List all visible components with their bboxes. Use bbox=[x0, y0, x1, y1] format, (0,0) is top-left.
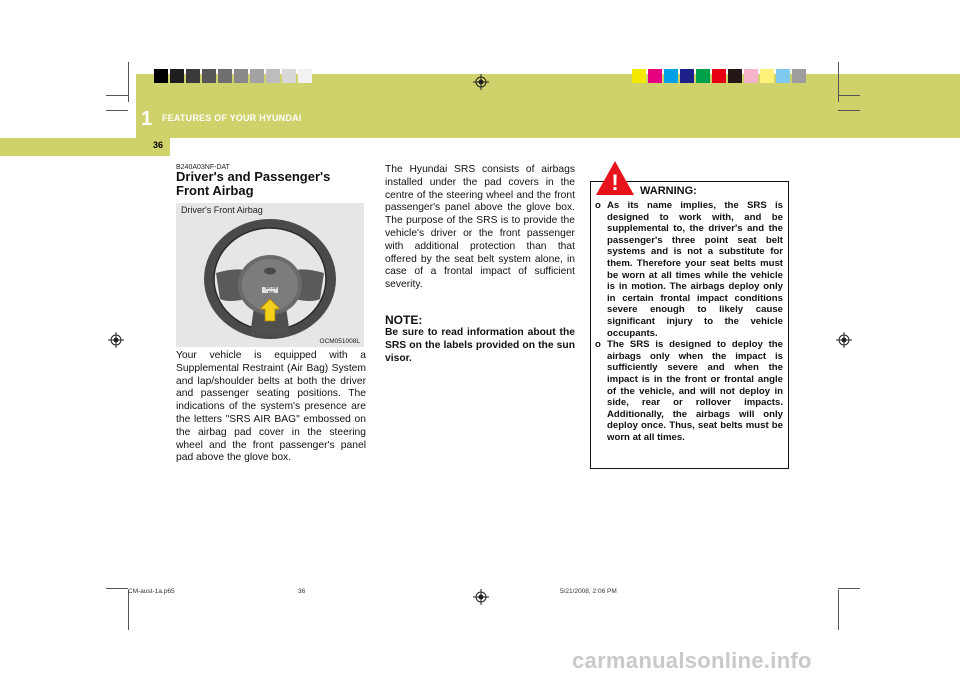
figure-code: OCM051008L bbox=[319, 338, 360, 345]
color-swatch bbox=[776, 69, 790, 83]
crop-mark bbox=[106, 110, 128, 111]
warning-text: As its name implies, the SRS is designed… bbox=[607, 200, 783, 339]
gray-swatch bbox=[298, 69, 312, 83]
crop-mark bbox=[838, 588, 860, 589]
warning-bullet: o bbox=[595, 339, 601, 351]
gray-swatch bbox=[234, 69, 248, 83]
warning-triangle-icon: ! bbox=[596, 161, 634, 195]
crop-mark bbox=[128, 62, 129, 102]
crop-mark bbox=[838, 590, 839, 630]
color-swatch bbox=[632, 69, 646, 83]
section-title: Driver's and Passenger's Front Airbag bbox=[176, 169, 331, 198]
footer-page: 36 bbox=[298, 588, 306, 595]
color-swatch bbox=[648, 69, 662, 83]
footer-date: 5/21/2008, 2:06 PM bbox=[560, 588, 617, 595]
registration-mark-icon bbox=[836, 332, 852, 348]
gray-swatch bbox=[186, 69, 200, 83]
crop-mark bbox=[106, 588, 128, 589]
gray-swatch bbox=[170, 69, 184, 83]
page-number-tab bbox=[0, 138, 170, 156]
gray-swatch bbox=[218, 69, 232, 83]
gray-swatch bbox=[266, 69, 280, 83]
chapter-number: 1 bbox=[141, 108, 153, 130]
warning-bullet: o bbox=[595, 200, 601, 211]
steering-wheel-icon bbox=[204, 219, 336, 339]
warning-item: o The SRS is designed to deploy the airb… bbox=[595, 339, 783, 443]
color-swatch bbox=[760, 69, 774, 83]
gray-swatch bbox=[202, 69, 216, 83]
color-swatch bbox=[680, 69, 694, 83]
airbag-emblem-text: SRS AIR BAG bbox=[265, 286, 277, 294]
crop-mark bbox=[838, 62, 839, 102]
color-swatch bbox=[728, 69, 742, 83]
color-swatch bbox=[664, 69, 678, 83]
page-number: 36 bbox=[153, 140, 164, 150]
watermark: carmanualsonline.info bbox=[572, 648, 812, 673]
color-swatch bbox=[744, 69, 758, 83]
registration-mark-icon bbox=[108, 332, 124, 348]
crop-mark bbox=[128, 590, 129, 630]
crop-mark bbox=[838, 110, 860, 111]
warning-item: o As its name implies, the SRS is design… bbox=[595, 200, 783, 339]
footer-file: CM-aust-1a.p65 bbox=[128, 588, 175, 595]
color-swatch bbox=[792, 69, 806, 83]
warning-title: WARNING: bbox=[640, 185, 697, 197]
gray-swatch bbox=[250, 69, 264, 83]
crop-mark bbox=[838, 95, 860, 96]
header-band bbox=[136, 74, 960, 138]
registration-mark-icon bbox=[473, 74, 489, 90]
warning-text: The SRS is designed to deploy the airbag… bbox=[607, 339, 783, 443]
srs-description: The Hyundai SRS consists of airbags inst… bbox=[385, 164, 575, 291]
color-swatch bbox=[696, 69, 710, 83]
color-swatch bbox=[712, 69, 726, 83]
intro-paragraph: Your vehicle is equipped with a Suppleme… bbox=[176, 350, 366, 464]
warning-icon-glyph: ! bbox=[611, 170, 618, 195]
gray-swatch bbox=[154, 69, 168, 83]
note-text: Be sure to read information about the SR… bbox=[385, 327, 575, 364]
gray-swatch bbox=[282, 69, 296, 83]
note-heading: NOTE: bbox=[385, 313, 423, 327]
chapter-title: FEATURES OF YOUR HYUNDAI bbox=[162, 113, 302, 123]
warning-list: o As its name implies, the SRS is design… bbox=[595, 200, 783, 443]
registration-mark-icon bbox=[473, 589, 489, 605]
steering-wheel-figure: Driver's Front Airbag SRS AIR BAG OCM051… bbox=[176, 203, 364, 347]
crop-mark bbox=[106, 95, 128, 96]
